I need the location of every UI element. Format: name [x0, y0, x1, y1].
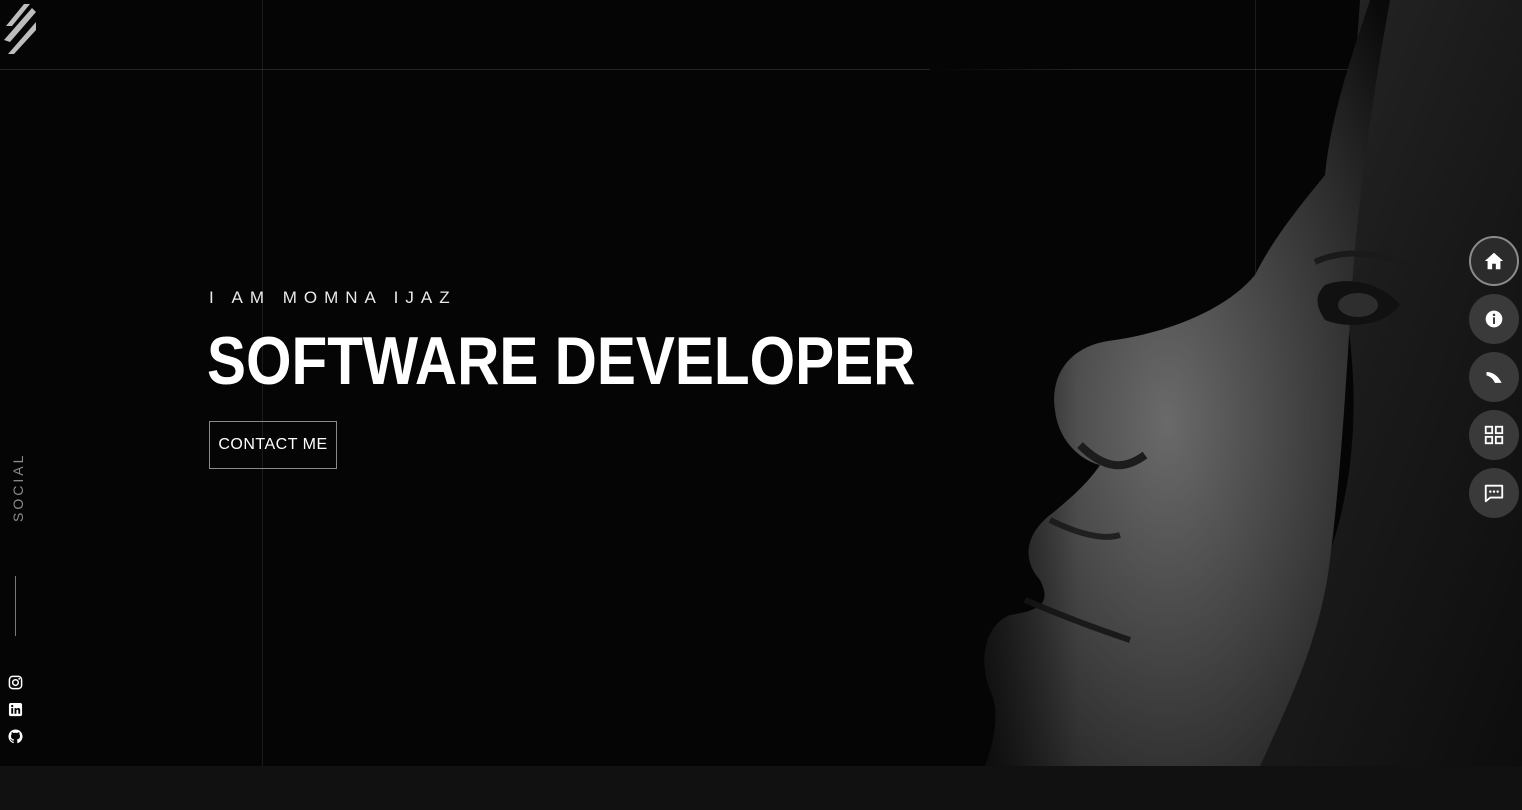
nav-services-button[interactable] — [1469, 352, 1519, 402]
social-divider — [15, 576, 16, 636]
hero-section: I AM MOMNA IJAZ SOFTWARE DEVELOPER CONTA… — [0, 0, 1522, 766]
contact-me-button[interactable]: CONTACT ME — [209, 421, 337, 469]
nav-about-button[interactable] — [1469, 294, 1519, 344]
info-icon — [1485, 310, 1503, 328]
portrait-image — [930, 0, 1522, 766]
nav-contact-button[interactable] — [1469, 468, 1519, 518]
home-icon — [1484, 252, 1504, 270]
nav-portfolio-button[interactable] — [1469, 410, 1519, 460]
social-label: SOCIAL — [10, 452, 26, 522]
portfolio-icon — [1484, 425, 1504, 445]
linkedin-icon[interactable] — [7, 701, 24, 718]
footer-strip — [0, 766, 1522, 810]
logo-icon[interactable] — [2, 4, 38, 54]
nav-home-button[interactable] — [1469, 236, 1519, 286]
instagram-icon[interactable] — [7, 674, 24, 691]
intro-text: I AM MOMNA IJAZ — [209, 288, 457, 307]
services-icon — [1486, 372, 1502, 383]
chat-icon — [1484, 484, 1504, 503]
github-icon[interactable] — [7, 728, 24, 745]
page-title: SOFTWARE DEVELOPER — [207, 323, 916, 399]
